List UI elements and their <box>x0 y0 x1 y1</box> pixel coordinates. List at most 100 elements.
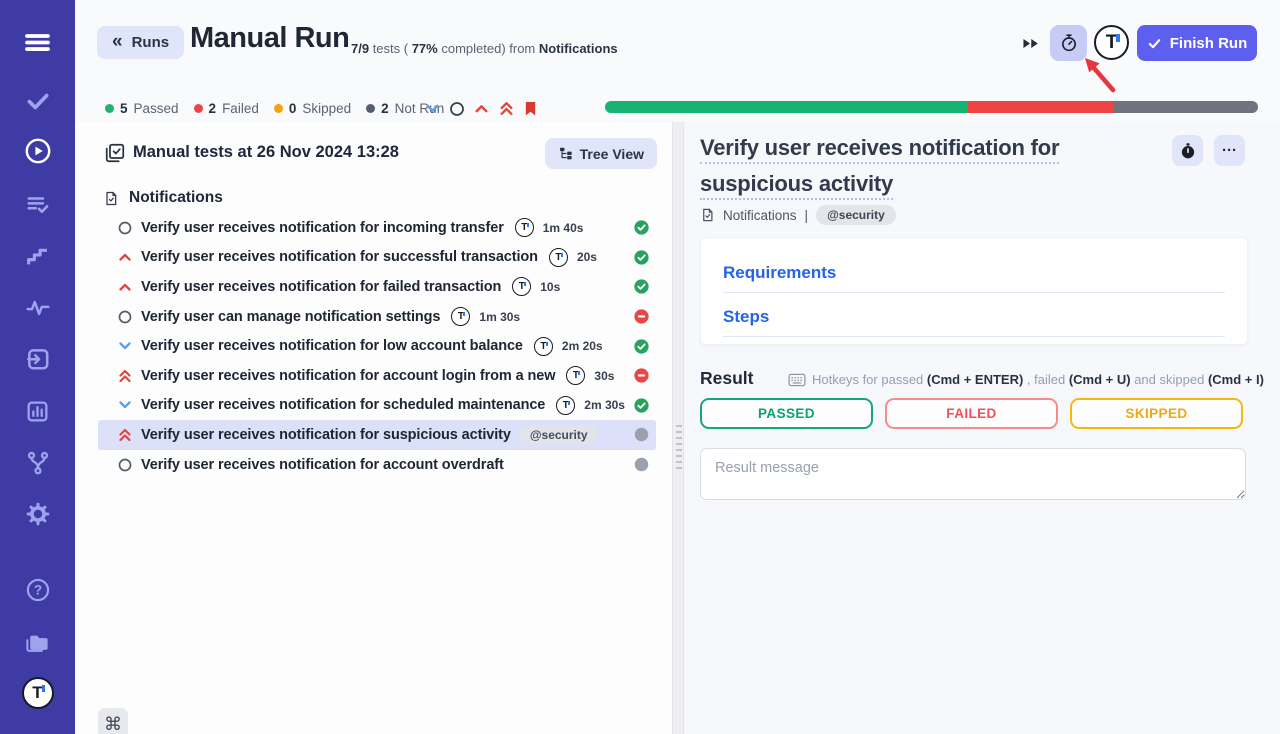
test-row[interactable]: Verify user receives notification for ac… <box>98 450 656 480</box>
help-icon[interactable]: ? <box>23 575 53 605</box>
circle-icon[interactable] <box>449 101 465 117</box>
test-duration: 10s <box>540 280 560 294</box>
run-list-title: Manual tests at 26 Nov 2024 13:28 <box>133 143 399 162</box>
chevron-up-icon[interactable] <box>473 100 490 117</box>
suite-folder-row[interactable]: Notifications <box>75 183 672 213</box>
test-detail-title-text[interactable]: Verify user receives notification for su… <box>700 135 1059 200</box>
fast-forward-icon[interactable] <box>1021 36 1040 51</box>
bookmark-icon[interactable] <box>523 100 538 117</box>
tree-icon <box>558 146 573 161</box>
status-failed-icon <box>634 368 649 383</box>
more-options-button[interactable]: ··· <box>1214 135 1245 166</box>
test-title: Verify user receives notification for ac… <box>141 457 504 473</box>
tag-badge[interactable]: @security <box>816 205 896 225</box>
passed-dot-icon <box>105 104 114 113</box>
stopwatch-filled-icon <box>1179 142 1197 160</box>
chevron-down-icon[interactable] <box>424 100 441 117</box>
import-icon[interactable] <box>23 344 53 374</box>
priority-highest-icon <box>117 368 133 384</box>
failed-dot-icon <box>194 104 203 113</box>
test-duration: 2m 30s <box>584 398 625 412</box>
progress-passed-segment <box>605 101 968 113</box>
test-row-selected[interactable]: Verify user receives notification for su… <box>98 420 656 450</box>
test-title: Verify user can manage notification sett… <box>141 309 440 325</box>
progress-failed-segment <box>968 101 1113 113</box>
test-list-panel: Manual tests at 26 Nov 2024 13:28 Tree V… <box>75 122 672 734</box>
test-title: Verify user receives notification for ac… <box>141 368 555 384</box>
breadcrumb-separator: | <box>805 208 809 223</box>
test-duration: 1m 40s <box>543 221 584 235</box>
testomat-logo[interactable]: T <box>23 678 53 708</box>
status-failed-icon <box>634 309 649 324</box>
test-row[interactable]: Verify user can manage notification sett… <box>98 302 656 332</box>
document-check-icon <box>103 190 119 207</box>
priority-filters <box>424 100 538 117</box>
gear-icon[interactable] <box>23 499 53 529</box>
status-passed-icon <box>634 279 649 294</box>
testomat-badge-icon: T <box>556 396 575 415</box>
folder-icon[interactable] <box>23 627 53 657</box>
sidebar: ? T <box>0 0 75 734</box>
panel-splitter[interactable] <box>672 122 684 734</box>
skipped-button[interactable]: SKIPPED <box>1070 398 1243 429</box>
suite-breadcrumb[interactable]: Notifications <box>723 208 797 223</box>
hotkeys-hint: Hotkeys for passed (Cmd + ENTER) , faile… <box>788 372 1264 387</box>
tree-view-button[interactable]: Tree View <box>545 138 657 169</box>
status-passed-icon <box>634 220 649 235</box>
timer-button[interactable] <box>1172 135 1203 166</box>
branch-icon[interactable] <box>23 448 53 478</box>
bar-chart-icon[interactable] <box>23 396 53 426</box>
testomat-badge-icon: T <box>549 248 568 267</box>
test-row[interactable]: Verify user receives notification for fa… <box>98 272 656 302</box>
keyboard-icon <box>788 373 806 387</box>
stopwatch-button[interactable] <box>1050 25 1087 61</box>
test-duration: 2m 20s <box>562 339 603 353</box>
double-chevron-up-icon[interactable] <box>498 100 515 117</box>
tree-view-label: Tree View <box>580 146 644 162</box>
stairs-icon[interactable] <box>23 241 53 271</box>
test-row[interactable]: Verify user receives notification for ac… <box>98 361 656 391</box>
result-message-input[interactable] <box>700 448 1246 500</box>
test-title: Verify user receives notification for lo… <box>141 338 523 354</box>
test-tree: Notifications Verify user receives notif… <box>75 183 672 479</box>
check-icon[interactable] <box>23 86 53 116</box>
finish-run-label: Finish Run <box>1170 35 1248 52</box>
test-duration: 30s <box>594 369 614 383</box>
test-title: Verify user receives notification for sc… <box>141 397 545 413</box>
tag-badge: @security <box>520 425 598 444</box>
priority-normal-icon <box>117 457 133 473</box>
run-summary: 5Passed 2Failed 0Skipped 2Not Run <box>105 99 444 117</box>
run-list-header: Manual tests at 26 Nov 2024 13:28 Tree V… <box>75 136 672 170</box>
suite-folder-label: Notifications <box>129 189 223 207</box>
passed-button[interactable]: PASSED <box>700 398 873 429</box>
test-row[interactable]: Verify user receives notification for lo… <box>98 331 656 361</box>
svg-text:?: ? <box>33 583 41 598</box>
testomat-logo[interactable]: T <box>1094 25 1129 60</box>
priority-highest-icon <box>117 427 133 443</box>
list-check-icon[interactable] <box>23 190 53 220</box>
priority-high-icon <box>117 279 133 295</box>
play-circle-icon[interactable] <box>23 136 53 166</box>
drag-handle-icon[interactable] <box>676 425 682 471</box>
failed-button[interactable]: FAILED <box>885 398 1058 429</box>
test-detail-title: Verify user receives notification for su… <box>700 131 1178 203</box>
test-row[interactable]: Verify user receives notification for in… <box>98 213 656 243</box>
test-row[interactable]: Verify user receives notification for su… <box>98 243 656 273</box>
run-subtitle: 7/9 tests ( 77% completed) from Notifica… <box>351 41 618 56</box>
command-hotkeys-button[interactable]: ⌘ <box>98 708 128 734</box>
priority-high-icon <box>117 249 133 265</box>
pulse-icon[interactable] <box>23 293 53 323</box>
back-to-runs-button[interactable]: « Runs <box>97 26 184 59</box>
test-row[interactable]: Verify user receives notification for sc… <box>98 391 656 421</box>
document-check-icon <box>700 207 715 223</box>
testomat-badge-icon: T <box>534 337 553 356</box>
skipped-dot-icon <box>274 104 283 113</box>
command-icon: ⌘ <box>104 714 122 734</box>
section-requirements[interactable]: Requirements <box>723 238 1225 293</box>
priority-low-icon <box>117 338 133 354</box>
finish-run-button[interactable]: Finish Run <box>1137 25 1257 61</box>
menu-icon[interactable] <box>23 27 53 57</box>
testomat-badge-icon: T <box>515 218 534 237</box>
section-steps[interactable]: Steps <box>723 293 1225 337</box>
status-passed-icon <box>634 250 649 265</box>
